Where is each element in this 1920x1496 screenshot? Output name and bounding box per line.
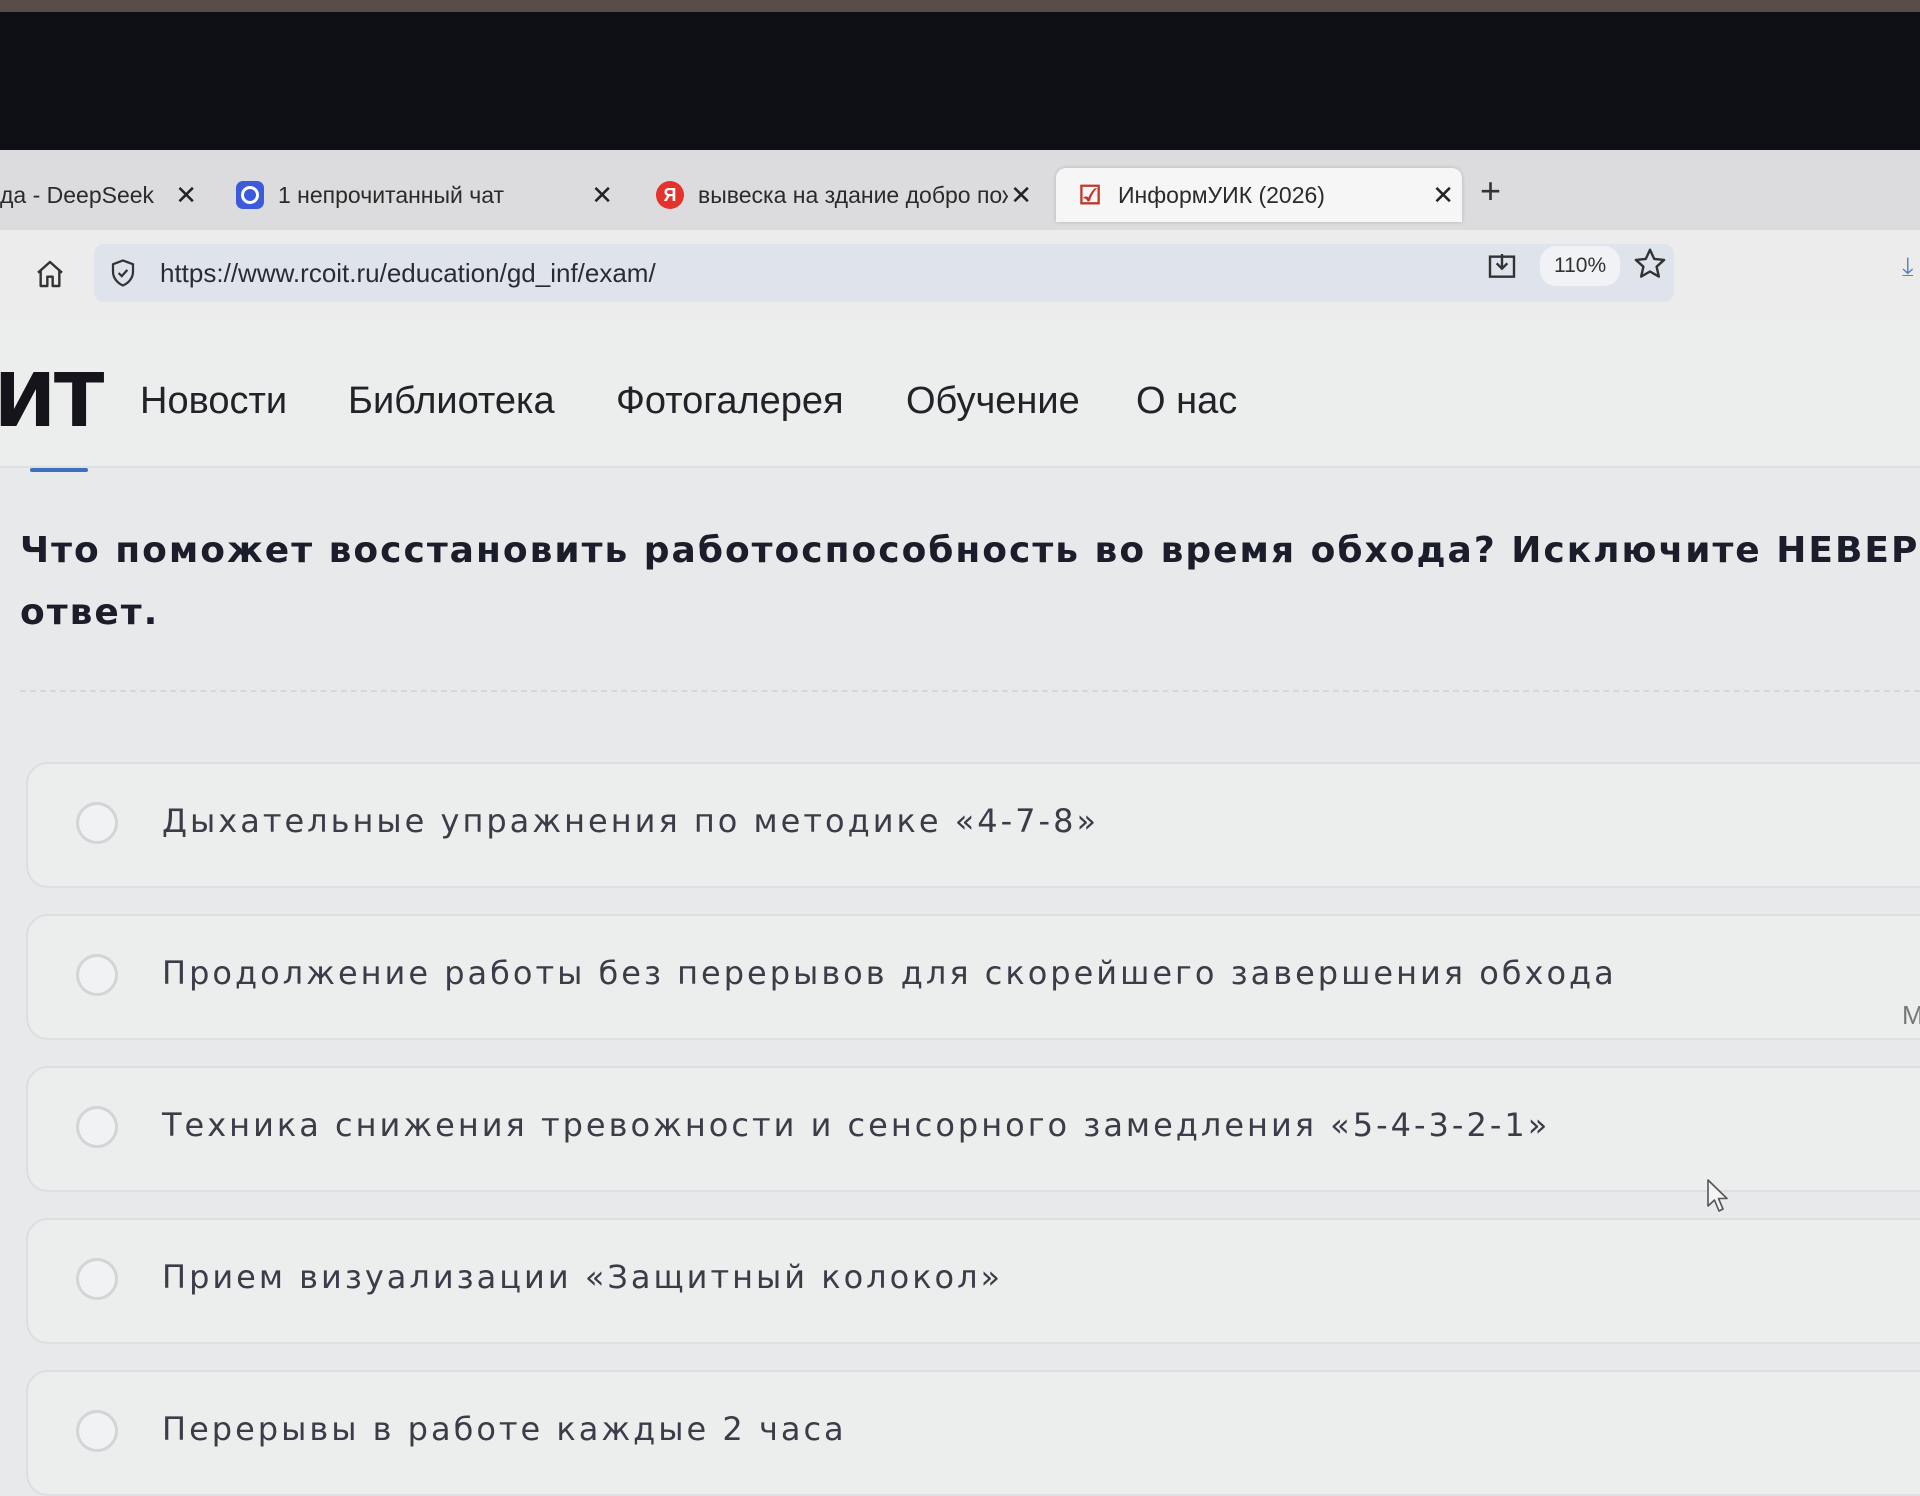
side-panel-edge-text: M: [1902, 1000, 1920, 1030]
answer-option[interactable]: Продолжение работы без перерывов для ско…: [26, 914, 1920, 1040]
browser-tab-bar: да - DeepSeek ✕ 1 непрочитанный чат ✕ Я …: [0, 150, 1920, 230]
url-text: https://www.rcoit.ru/education/gd_inf/ex…: [160, 257, 656, 288]
screen-bezel: [0, 0, 1920, 150]
mouse-cursor-icon: [1707, 1179, 1728, 1212]
shield-icon[interactable]: [108, 258, 138, 288]
bezel-top-strip: [0, 0, 1920, 12]
answer-option-text: Продолжение работы без перерывов для ско…: [162, 954, 1617, 992]
new-tab-button[interactable]: +: [1480, 170, 1501, 212]
tab-chat[interactable]: 1 непрочитанный чат ✕: [236, 168, 621, 222]
checkbox-icon: ☑: [1078, 179, 1102, 210]
header-divider: [0, 466, 1920, 468]
yandex-icon: Я: [656, 181, 684, 209]
question-text-line1: Что поможет восстановить работоспособнос…: [20, 530, 1920, 571]
radio-button[interactable]: [76, 954, 118, 996]
tab-label: да - DeepSeek: [0, 181, 155, 208]
question-divider: [20, 690, 1920, 692]
tab-label: 1 непрочитанный чат: [278, 181, 505, 208]
home-icon[interactable]: [34, 258, 66, 290]
answer-option-text: Техника снижения тревожности и сенсорног…: [162, 1106, 1551, 1144]
downloads-icon[interactable]: ⤓: [1902, 252, 1914, 283]
browser-toolbar: https://www.rcoit.ru/education/gd_inf/ex…: [0, 230, 1920, 320]
bookmark-star-icon[interactable]: [1632, 246, 1668, 282]
tab-deepseek[interactable]: да - DeepSeek ✕: [0, 168, 205, 222]
close-tab-icon[interactable]: ✕: [583, 180, 621, 211]
active-nav-underline: [30, 468, 88, 472]
close-tab-icon[interactable]: ✕: [1008, 180, 1032, 211]
close-tab-icon[interactable]: ✕: [1424, 180, 1462, 211]
chat-icon: [236, 181, 264, 209]
answer-option[interactable]: Прием визуализации «Защитный колокол»: [26, 1218, 1920, 1344]
question-text-line2: ответ.: [20, 592, 160, 633]
tab-label: вывеска на здание добро пож: [698, 181, 1008, 208]
tab-informuik[interactable]: ☑ ИнформУИК (2026) ✕: [1056, 168, 1462, 222]
site-logo[interactable]: ИТ: [0, 358, 104, 444]
tab-label: ИнформУИК (2026): [1118, 181, 1325, 208]
site-header: ИТ Новости Библиотека Фотогалерея Обучен…: [0, 318, 1920, 472]
zoom-indicator[interactable]: 110%: [1540, 246, 1621, 286]
answer-option-text: Дыхательные упражнения по методике «4-7-…: [162, 802, 1100, 840]
radio-button[interactable]: [76, 802, 118, 844]
radio-button[interactable]: [76, 1106, 118, 1148]
radio-button[interactable]: [76, 1258, 118, 1300]
close-tab-icon[interactable]: ✕: [167, 180, 205, 211]
nav-news[interactable]: Новости: [140, 380, 287, 423]
answer-option[interactable]: Дыхательные упражнения по методике «4-7-…: [26, 762, 1920, 888]
tab-yandex-search[interactable]: Я вывеска на здание добро пож ✕: [656, 168, 1032, 222]
answer-option[interactable]: Техника снижения тревожности и сенсорног…: [26, 1066, 1920, 1192]
nav-library[interactable]: Библиотека: [348, 380, 555, 423]
radio-button[interactable]: [76, 1410, 118, 1452]
nav-about[interactable]: О нас: [1136, 380, 1237, 423]
nav-education[interactable]: Обучение: [906, 380, 1080, 423]
address-bar[interactable]: https://www.rcoit.ru/education/gd_inf/ex…: [94, 244, 1674, 302]
answer-option[interactable]: Перерывы в работе каждые 2 часа: [26, 1370, 1920, 1496]
save-page-icon[interactable]: [1486, 250, 1518, 282]
answer-option-text: Прием визуализации «Защитный колокол»: [162, 1258, 1004, 1296]
nav-photo-gallery[interactable]: Фотогалерея: [616, 380, 844, 423]
answer-option-text: Перерывы в работе каждые 2 часа: [162, 1410, 847, 1448]
